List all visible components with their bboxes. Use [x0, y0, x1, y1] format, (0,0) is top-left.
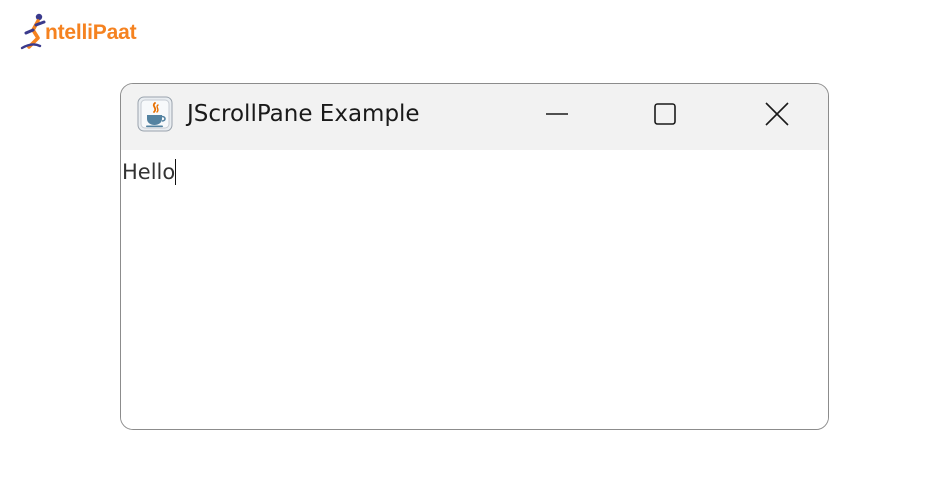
- minimize-button[interactable]: [527, 84, 587, 144]
- text-area-value: Hello: [122, 160, 176, 184]
- scroll-pane-text-area[interactable]: Hello: [121, 150, 828, 429]
- text-caret: [175, 159, 177, 185]
- minimize-icon: [546, 113, 568, 115]
- maximize-button[interactable]: [635, 84, 695, 144]
- text-area-content[interactable]: Hello: [122, 159, 177, 185]
- logo-text: ntelliPaat: [45, 21, 137, 44]
- intellipaat-logo: ntelliPaat: [18, 12, 137, 52]
- maximize-icon: [654, 103, 676, 125]
- java-icon[interactable]: [137, 96, 173, 132]
- app-window: JScrollPane Example Hello: [120, 83, 829, 430]
- window-title: JScrollPane Example: [187, 101, 420, 127]
- close-button[interactable]: [747, 84, 807, 144]
- title-bar[interactable]: JScrollPane Example: [121, 84, 828, 150]
- logo-figure-icon: [20, 13, 46, 50]
- close-icon: [765, 102, 789, 126]
